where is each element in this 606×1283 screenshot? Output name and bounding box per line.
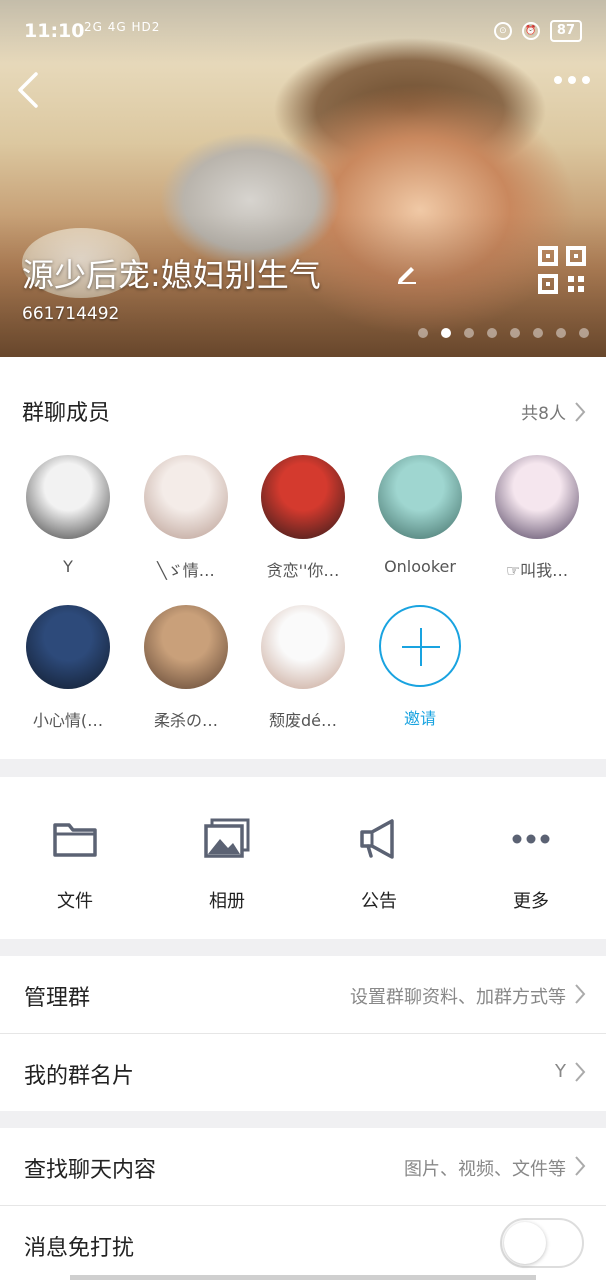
chevron-right-icon[interactable] xyxy=(574,401,586,423)
avatar xyxy=(26,605,110,689)
member-item[interactable]: 柔杀の… xyxy=(131,605,241,731)
members-title: 群聊成员 xyxy=(22,401,111,426)
toggle-knob xyxy=(504,1222,546,1264)
members-count[interactable]: 共8人 xyxy=(521,399,566,424)
status-time: 11:10 xyxy=(24,20,85,42)
signal-icons: 2G 4G HD2 xyxy=(84,20,161,34)
row-label: 查找聊天内容 xyxy=(24,1158,157,1183)
invite-label: 邀请 xyxy=(403,709,436,728)
function-label: 文件 xyxy=(57,891,93,912)
member-item[interactable]: Y xyxy=(13,455,123,576)
member-name: 柔杀の… xyxy=(153,711,218,730)
lock-rotation-icon: ⊙ xyxy=(493,22,512,40)
member-item[interactable]: Onlooker xyxy=(365,455,475,576)
function-label: 相册 xyxy=(209,891,245,912)
cover-page-indicator xyxy=(418,328,589,338)
row-label: 我的群名片 xyxy=(24,1064,135,1089)
member-name: 小心情(… xyxy=(32,711,104,730)
function-label: 更多 xyxy=(513,891,549,912)
plus-icon xyxy=(379,605,461,687)
avatar xyxy=(144,605,228,689)
mute-toggle[interactable] xyxy=(500,1218,584,1268)
invite-button[interactable]: 邀请 xyxy=(365,605,475,729)
announcement-button[interactable]: 公告 xyxy=(314,817,444,913)
avatar xyxy=(26,455,110,539)
edit-icon[interactable] xyxy=(396,262,418,284)
member-item[interactable]: 小心情(… xyxy=(13,605,123,731)
manage-group-row[interactable]: 管理群 设置群聊资料、加群方式等 xyxy=(0,956,606,1033)
chevron-right-icon xyxy=(575,1156,586,1176)
battery-indicator: 87 xyxy=(549,20,582,42)
member-item[interactable]: ╲ゞ情… xyxy=(131,455,241,581)
qr-code-icon[interactable] xyxy=(537,245,587,295)
row-value: 设置群聊资料、加群方式等 xyxy=(350,987,566,1008)
chevron-right-icon xyxy=(575,984,586,1004)
album-icon xyxy=(204,818,250,858)
member-name: Onlooker xyxy=(384,557,456,576)
functions-section: 文件 相册 公告 更多 xyxy=(0,777,606,939)
search-chat-row[interactable]: 查找聊天内容 图片、视频、文件等 xyxy=(0,1128,606,1205)
status-bar: 11:10 2G 4G HD2 ⊙ ⏰ 87 xyxy=(0,0,606,62)
mute-row: 消息免打扰 xyxy=(0,1206,606,1283)
group-id: 661714492 xyxy=(22,304,120,324)
avatar xyxy=(261,455,345,539)
group-cover-image: 11:10 2G 4G HD2 ⊙ ⏰ 87 源少后宠:媳妇别生气 661714… xyxy=(0,0,606,357)
more-dots-icon xyxy=(512,834,550,844)
avatar xyxy=(495,455,579,539)
avatar xyxy=(144,455,228,539)
alarm-icon: ⏰ xyxy=(521,22,540,40)
my-group-card-row[interactable]: 我的群名片 Y xyxy=(0,1034,606,1111)
more-button[interactable]: 更多 xyxy=(466,817,596,913)
back-icon[interactable] xyxy=(14,70,46,110)
more-icon[interactable] xyxy=(554,76,590,84)
album-button[interactable]: 相册 xyxy=(162,817,292,913)
members-section: 群聊成员 共8人 Y ╲ゞ情… 贪恋''你… Onlooker ☞叫我… 小心情… xyxy=(0,357,606,759)
member-name: Y xyxy=(63,557,73,576)
member-item[interactable]: 颓废dé… xyxy=(248,605,358,731)
row-label: 消息免打扰 xyxy=(24,1236,135,1261)
function-label: 公告 xyxy=(361,891,397,912)
group-name: 源少后宠:媳妇别生气 xyxy=(22,256,321,294)
avatar xyxy=(261,605,345,689)
file-button[interactable]: 文件 xyxy=(10,817,140,913)
avatar xyxy=(378,455,462,539)
member-name: ╲ゞ情… xyxy=(157,561,215,580)
row-value: Y xyxy=(555,1061,566,1082)
member-item[interactable]: 贪恋''你… xyxy=(248,455,358,581)
megaphone-icon xyxy=(360,819,394,859)
chevron-right-icon xyxy=(575,1062,586,1082)
member-name: 贪恋''你… xyxy=(266,561,340,580)
member-name: 颓废dé… xyxy=(268,711,337,730)
bottom-scroll-indicator xyxy=(70,1275,536,1280)
member-name: ☞叫我… xyxy=(505,561,569,580)
row-value: 图片、视频、文件等 xyxy=(404,1159,566,1180)
member-item[interactable]: ☞叫我… xyxy=(482,455,592,581)
row-label: 管理群 xyxy=(24,986,91,1011)
folder-icon xyxy=(53,823,97,857)
